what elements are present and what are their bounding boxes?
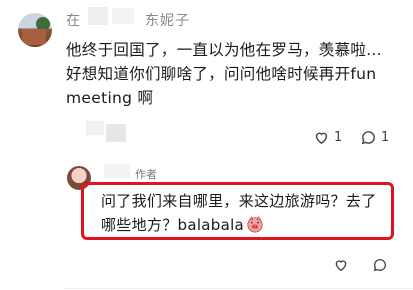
heart-icon xyxy=(315,132,328,144)
redacted-block xyxy=(86,121,104,135)
reply-button[interactable]: 1 xyxy=(360,128,389,146)
pig-face-emoji-icon xyxy=(247,216,263,233)
redacted-name-block xyxy=(88,7,108,25)
reply-count: 1 xyxy=(381,129,390,145)
like-button[interactable]: 1 xyxy=(313,128,342,146)
comment-bubble-icon xyxy=(361,130,375,144)
reply-reply-button[interactable] xyxy=(372,256,388,274)
like-count: 1 xyxy=(334,129,343,145)
commenter-name-prefix[interactable]: 在 xyxy=(66,10,81,30)
comment-bubble-icon xyxy=(373,259,386,272)
redacted-author-name xyxy=(104,164,130,178)
heart-icon xyxy=(335,260,347,272)
reply-text: 问了我们来自哪里，来这边旅游吗？去了哪些地方？balabala xyxy=(101,192,377,234)
commenter-name-suffix[interactable]: 东妮子 xyxy=(145,10,190,30)
divider xyxy=(64,288,413,289)
comment-body: 他终于回国了，一直以为他在罗马，羡慕啦...好想知道你们聊啥了，问问他啥时候再开… xyxy=(66,41,382,107)
redacted-name-block-2 xyxy=(112,8,134,24)
redacted-block-2 xyxy=(106,124,126,142)
author-badge: 作者 xyxy=(135,168,157,181)
reply-like-button[interactable] xyxy=(333,256,349,274)
avatar-building-shape xyxy=(22,29,46,45)
reply-body: 问了我们来自哪里，来这边旅游吗？去了哪些地方？balabala xyxy=(101,189,391,237)
commenter-avatar[interactable] xyxy=(18,13,52,47)
